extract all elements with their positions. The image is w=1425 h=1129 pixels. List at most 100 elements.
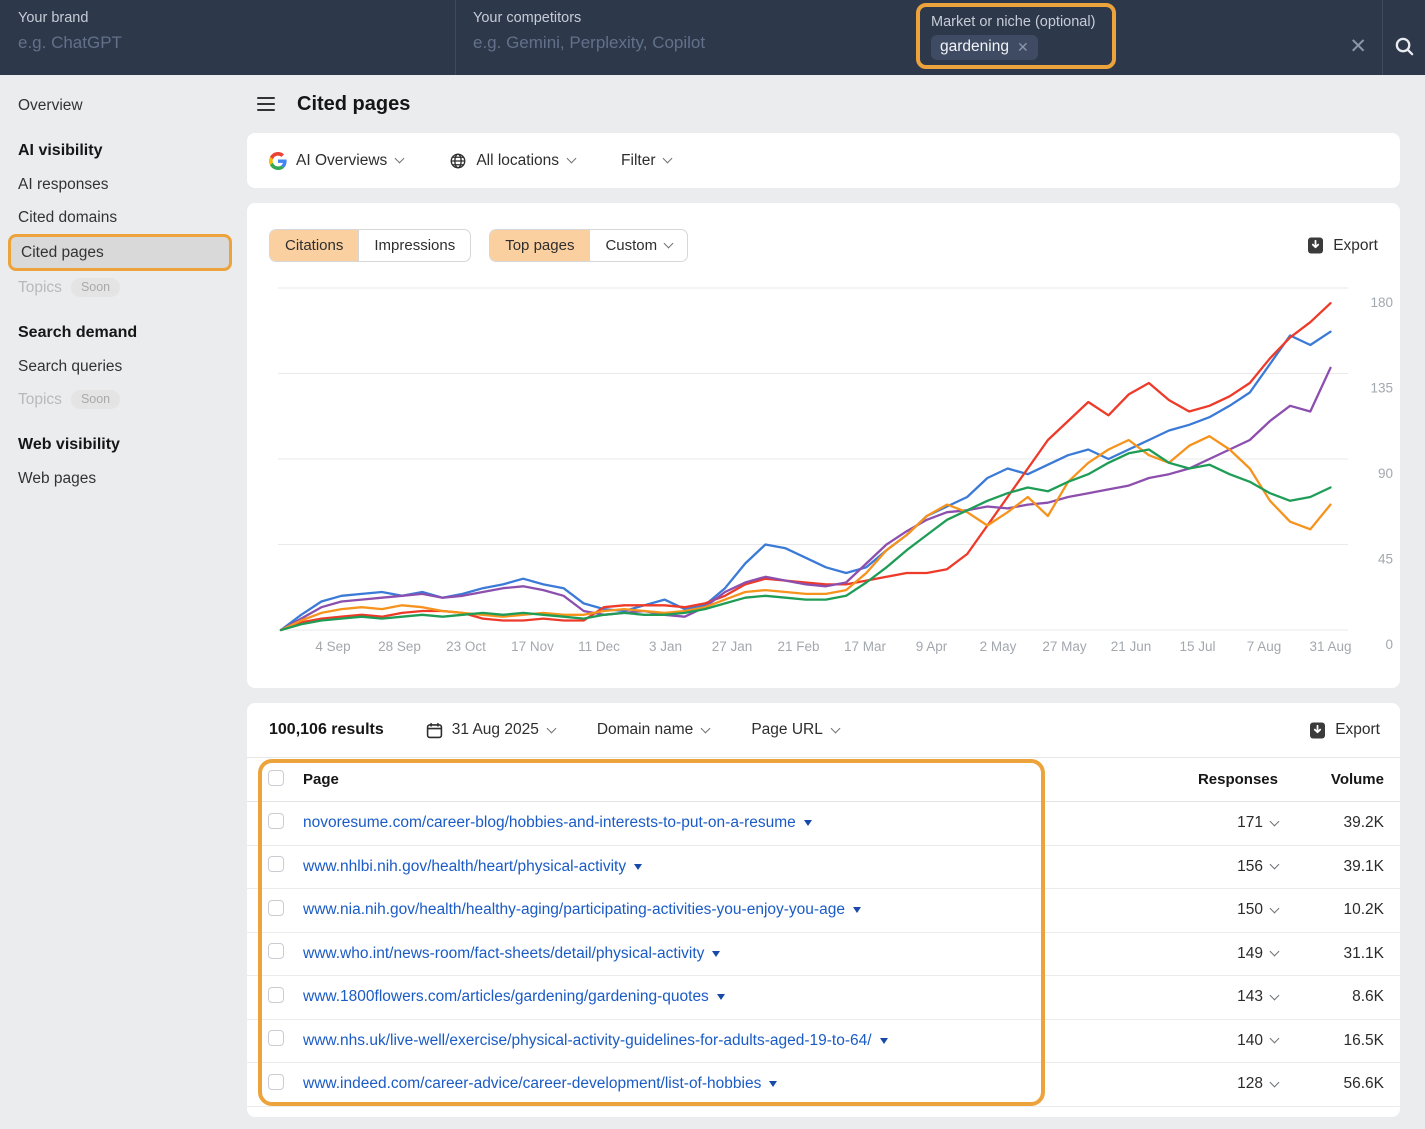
- sidebar: OverviewAI visibilityAI responsesCited d…: [0, 75, 245, 1129]
- page-link[interactable]: www.1800flowers.com/articles/gardening/g…: [303, 988, 709, 1006]
- topbar-divider: [1382, 0, 1383, 75]
- column-header-page: Page: [303, 771, 1128, 788]
- topbar-divider: [455, 0, 456, 75]
- row-checkbox[interactable]: [268, 1030, 284, 1046]
- responses-value: 156: [1237, 858, 1263, 876]
- export-button[interactable]: Export: [1307, 237, 1378, 255]
- row-checkbox[interactable]: [268, 943, 284, 959]
- export-icon: [1309, 722, 1326, 739]
- dropdown-caret-icon[interactable]: [634, 864, 642, 870]
- tab-top-pages[interactable]: Top pages: [490, 230, 589, 261]
- tab-citations[interactable]: Citations: [270, 230, 358, 261]
- group-by-dropdown[interactable]: Domain name: [597, 721, 710, 739]
- tab-impressions[interactable]: Impressions: [358, 230, 470, 261]
- market-tag-label: gardening: [940, 38, 1009, 56]
- column-header-volume: Volume: [1278, 771, 1384, 788]
- chevron-down-icon: [663, 154, 673, 164]
- sidebar-item-label: Topics: [18, 391, 62, 409]
- sidebar-item-label: Cited pages: [21, 244, 104, 262]
- volume-value: 39.1K: [1278, 858, 1384, 876]
- page-link[interactable]: www.indeed.com/career-advice/career-deve…: [303, 1075, 761, 1093]
- chevron-down-icon: [395, 154, 405, 164]
- export-button[interactable]: Export: [1309, 721, 1380, 739]
- results-count: 100,106 results: [269, 721, 384, 739]
- x-tick-label: 3 Jan: [649, 639, 682, 654]
- close-icon[interactable]: ✕: [1349, 36, 1367, 57]
- volume-value: 10.2K: [1278, 901, 1384, 919]
- dropdown-caret-icon[interactable]: [880, 1038, 888, 1044]
- dropdown-caret-icon[interactable]: [804, 820, 812, 826]
- brand-field[interactable]: Your brand e.g. ChatGPT: [18, 10, 122, 53]
- export-button-label: Export: [1333, 237, 1378, 255]
- chevron-down-icon: [546, 723, 556, 733]
- dropdown-caret-icon[interactable]: [712, 951, 720, 957]
- competitors-input[interactable]: e.g. Gemini, Perplexity, Copilot: [473, 33, 705, 53]
- sidebar-item-ai-responses[interactable]: AI responses: [8, 168, 232, 201]
- date-dropdown[interactable]: 31 Aug 2025: [426, 721, 555, 739]
- sidebar-item-overview[interactable]: Overview: [8, 89, 232, 122]
- export-button-label: Export: [1335, 721, 1380, 739]
- responses-value: 150: [1237, 901, 1263, 919]
- chart-card: Citations Impressions Top pages Custom E…: [247, 203, 1400, 688]
- page-link[interactable]: www.nhs.uk/live-well/exercise/physical-a…: [303, 1032, 872, 1050]
- row-checkbox[interactable]: [268, 900, 284, 916]
- table-row: www.nhs.uk/live-well/exercise/physical-a…: [247, 1020, 1400, 1064]
- tab-custom[interactable]: Custom: [589, 230, 687, 261]
- x-tick-label: 27 May: [1042, 639, 1087, 654]
- brand-input[interactable]: e.g. ChatGPT: [18, 33, 122, 53]
- display-as-dropdown[interactable]: Page URL: [751, 721, 839, 739]
- tab-custom-label: Custom: [605, 237, 657, 254]
- dropdown-caret-icon[interactable]: [717, 994, 725, 1000]
- tag-remove-icon[interactable]: ✕: [1017, 39, 1029, 56]
- table-row: www.1800flowers.com/articles/gardening/g…: [247, 976, 1400, 1020]
- x-tick-label: 28 Sep: [378, 639, 421, 654]
- sidebar-item-label: Topics: [18, 279, 62, 297]
- row-checkbox[interactable]: [268, 1074, 284, 1090]
- filter-dropdown-label: Filter: [621, 152, 655, 170]
- table-body: novoresume.com/career-blog/hobbies-and-i…: [247, 802, 1400, 1107]
- sidebar-item-web-pages[interactable]: Web pages: [8, 462, 232, 495]
- sidebar-item-label: Web pages: [18, 470, 96, 488]
- table-header-row: Page Responses Volume: [247, 758, 1400, 802]
- competitors-field[interactable]: Your competitors e.g. Gemini, Perplexity…: [473, 10, 705, 53]
- calendar-icon: [426, 722, 443, 739]
- date-dropdown-label: 31 Aug 2025: [452, 721, 539, 739]
- row-checkbox[interactable]: [268, 856, 284, 872]
- page-link[interactable]: www.who.int/news-room/fact-sheets/detail…: [303, 945, 704, 963]
- engine-dropdown[interactable]: AI Overviews: [269, 152, 403, 170]
- sidebar-item-label: Search queries: [18, 358, 122, 376]
- filter-dropdown[interactable]: Filter: [621, 152, 671, 170]
- chevron-down-icon: [567, 154, 577, 164]
- page-link[interactable]: novoresume.com/career-blog/hobbies-and-i…: [303, 814, 796, 832]
- group-by-label: Domain name: [597, 721, 694, 739]
- location-dropdown[interactable]: All locations: [449, 152, 575, 170]
- row-checkbox[interactable]: [268, 987, 284, 1003]
- location-dropdown-label: All locations: [476, 152, 559, 170]
- x-tick-label: 2 May: [980, 639, 1017, 654]
- volume-value: 39.2K: [1278, 814, 1384, 832]
- brand-label: Your brand: [18, 10, 122, 26]
- dropdown-caret-icon[interactable]: [769, 1081, 777, 1087]
- y-tick-label: 135: [1370, 381, 1393, 396]
- x-tick-label: 15 Jul: [1179, 639, 1215, 654]
- sidebar-item-cited-domains[interactable]: Cited domains: [8, 201, 232, 234]
- row-checkbox[interactable]: [268, 813, 284, 829]
- sidebar-item-search-queries[interactable]: Search queries: [8, 350, 232, 383]
- sidebar-item-web-visibility: Web visibility: [18, 436, 232, 454]
- page-link[interactable]: www.nia.nih.gov/health/healthy-aging/par…: [303, 901, 845, 919]
- market-tag[interactable]: gardening ✕: [931, 35, 1038, 60]
- search-icon[interactable]: [1394, 36, 1415, 62]
- x-tick-label: 7 Aug: [1247, 639, 1282, 654]
- table-controls: 100,106 results 31 Aug 2025 Domain name …: [247, 703, 1400, 758]
- responses-value: 171: [1237, 814, 1263, 832]
- y-tick-label: 0: [1385, 637, 1393, 652]
- page-link[interactable]: www.nhlbi.nih.gov/health/heart/physical-…: [303, 858, 626, 876]
- sidebar-item-topics: TopicsSoon: [8, 271, 232, 304]
- sidebar-item-cited-pages[interactable]: Cited pages: [8, 234, 232, 271]
- menu-icon[interactable]: [257, 97, 275, 112]
- select-all-checkbox[interactable]: [268, 770, 284, 786]
- dropdown-caret-icon[interactable]: [853, 907, 861, 913]
- page-title: Cited pages: [297, 93, 410, 116]
- volume-value: 31.1K: [1278, 945, 1384, 963]
- x-tick-label: 4 Sep: [315, 639, 350, 654]
